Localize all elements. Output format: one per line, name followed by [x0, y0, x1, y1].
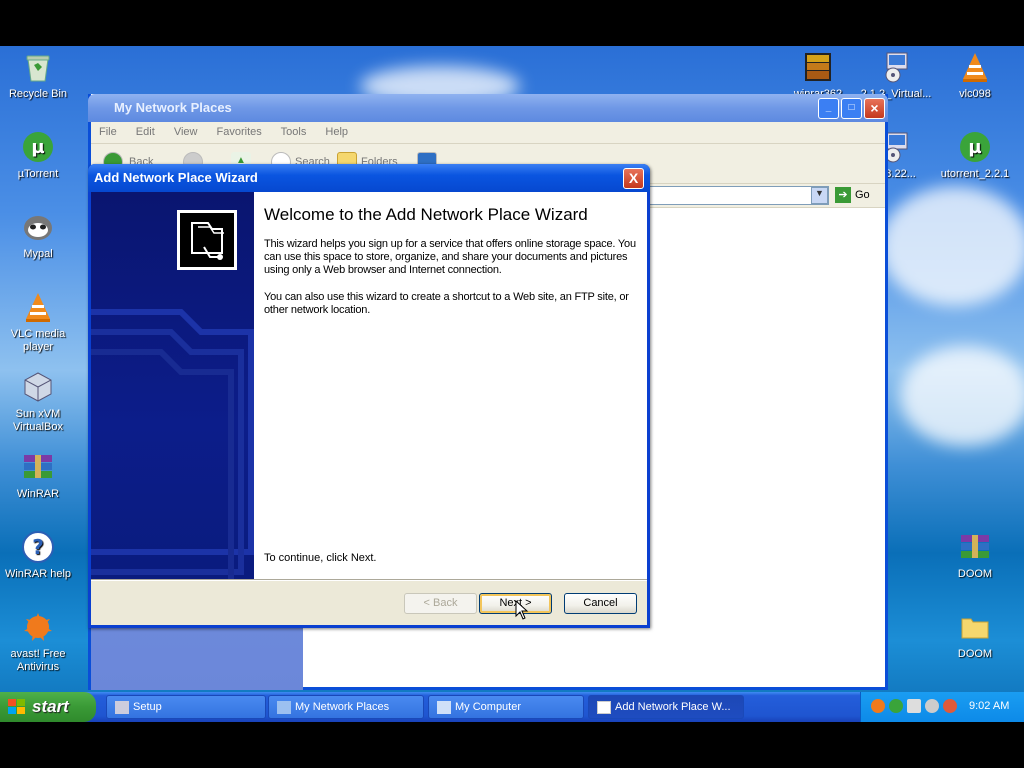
network-tray-icon[interactable] — [907, 699, 921, 713]
wizard-content: Welcome to the Add Network Place Wizard … — [254, 192, 647, 579]
desktop-icon-label: VLC media player — [10, 328, 66, 353]
setup-icon — [115, 701, 129, 714]
utorrent-tray-icon[interactable] — [889, 699, 903, 713]
taskbar: start Setup My Network Places My Compute… — [0, 692, 1024, 722]
setup-icon — [879, 50, 913, 84]
wizard-separator — [91, 579, 647, 581]
menu-file[interactable]: File — [99, 126, 117, 138]
desktop-icon-utorrent-221[interactable]: µ utorrent_2.2.1 — [937, 130, 1013, 181]
desktop-icon-doom-archive[interactable]: DOOM — [937, 530, 1013, 581]
go-arrow-icon[interactable]: ➔ — [835, 187, 851, 203]
wizard-heading: Welcome to the Add Network Place Wizard — [264, 205, 588, 224]
wizard-title-bar[interactable]: Add Network Place Wizard X — [88, 164, 650, 192]
task-label: My Network Places — [295, 701, 390, 713]
mypal-icon — [21, 210, 55, 244]
help-icon: ? — [21, 530, 55, 564]
wizard-dialog[interactable]: Add Network Place Wizard X Welcome to th… — [88, 164, 650, 628]
desktop-icon-winrar-help[interactable]: ? WinRAR help — [0, 530, 76, 581]
winrar-icon — [801, 50, 835, 84]
network-place-icon — [177, 210, 237, 270]
menu-tools[interactable]: Tools — [281, 126, 307, 138]
wizard-description-2: You can also use this wizard to create a… — [264, 291, 629, 316]
start-button[interactable]: start — [0, 692, 96, 722]
maximize-button[interactable]: □ — [841, 98, 862, 119]
desktop-icon-label: WinRAR help — [4, 568, 72, 580]
desktop-icon-winrar[interactable]: WinRAR — [0, 450, 76, 501]
wizard-body: Welcome to the Add Network Place Wizard … — [91, 192, 647, 625]
desktop-icon-label: Recycle Bin — [8, 88, 68, 100]
cloud — [880, 186, 1024, 306]
avast-icon — [21, 610, 55, 644]
recycle-bin-icon — [21, 50, 55, 84]
system-tray: 9:02 AM — [860, 692, 1024, 722]
minimize-button[interactable]: _ — [818, 98, 839, 119]
task-label: Add Network Place W... — [615, 701, 731, 713]
task-my-computer[interactable]: My Computer — [428, 695, 584, 719]
address-dropdown-icon[interactable]: ▼ — [811, 187, 828, 204]
shield-tray-icon[interactable] — [943, 699, 957, 713]
cloud — [900, 346, 1024, 446]
vlc-icon — [958, 50, 992, 84]
explorer-title-bar[interactable]: My Network Places _ □ × — [88, 94, 888, 122]
desktop-icon-recycle-bin[interactable]: Recycle Bin — [0, 50, 76, 101]
menu-favorites[interactable]: Favorites — [217, 126, 262, 138]
explorer-menu-bar: File Edit View Favorites Tools Help — [91, 122, 885, 144]
mouse-cursor-icon — [515, 600, 529, 620]
svg-text:µ: µ — [968, 137, 981, 158]
winrar-icon — [958, 530, 992, 564]
network-places-icon — [277, 701, 291, 714]
desktop-icon-utorrent[interactable]: µ µTorrent — [0, 130, 76, 181]
desktop-icon-label: WinRAR — [16, 488, 60, 500]
svg-text:?: ? — [32, 535, 44, 559]
task-setup[interactable]: Setup — [106, 695, 266, 719]
desktop-icon-avast[interactable]: avast! Free Antivirus — [0, 610, 76, 674]
winrar-icon — [21, 450, 55, 484]
task-label: My Computer — [455, 701, 522, 713]
task-add-network-place-wizard[interactable]: Add Network Place W... — [588, 695, 744, 719]
computer-icon — [437, 701, 451, 714]
wizard-title: Add Network Place Wizard — [94, 170, 258, 185]
wizard-window-icon — [597, 701, 611, 714]
desktop-icon-label: utorrent_2.2.1 — [940, 168, 1010, 180]
desktop-icon-virtualbox[interactable]: Sun xVM VirtualBox — [0, 370, 76, 434]
wizard-description: This wizard helps you sign up for a serv… — [264, 238, 636, 276]
start-label: start — [32, 697, 69, 716]
desktop-icon-label: DOOM — [957, 568, 993, 580]
task-label: Setup — [133, 701, 162, 713]
explorer-close-button[interactable]: × — [864, 98, 885, 119]
windows-logo-icon — [8, 699, 25, 714]
desktop-icon-vlc098[interactable]: vlc098 — [937, 50, 1013, 101]
desktop-icon-label: avast! Free Antivirus — [10, 648, 66, 673]
desktop-icon-mypal[interactable]: Mypal — [0, 210, 76, 261]
svg-text:µ: µ — [31, 137, 44, 158]
menu-view[interactable]: View — [174, 126, 198, 138]
task-my-network-places[interactable]: My Network Places — [268, 695, 424, 719]
desktop-icon-label: µTorrent — [17, 168, 59, 180]
desktop-icon-label: vlc098 — [959, 88, 991, 100]
cancel-button[interactable]: Cancel — [564, 593, 637, 614]
desktop-icon-vlc[interactable]: VLC media player — [0, 290, 76, 354]
desktop-icon-label: Sun xVM VirtualBox — [13, 408, 63, 433]
folder-icon — [958, 610, 992, 644]
menu-help[interactable]: Help — [325, 126, 348, 138]
settings-tray-icon[interactable] — [925, 699, 939, 713]
desktop: Recycle Bin µ µTorrent Mypal VLC media p… — [0, 46, 1024, 722]
menu-edit[interactable]: Edit — [136, 126, 155, 138]
desktop-icon-label: Mypal — [23, 248, 53, 260]
utorrent-icon: µ — [958, 130, 992, 164]
explorer-title: My Network Places — [114, 100, 232, 115]
clock: 9:02 AM — [969, 700, 1010, 712]
utorrent-icon: µ — [21, 130, 55, 164]
wizard-continue-text: To continue, click Next. — [264, 552, 377, 564]
wizard-close-button[interactable]: X — [623, 168, 644, 189]
desktop-icon-label: DOOM — [957, 648, 993, 660]
back-button[interactable]: < Back — [404, 593, 477, 614]
wizard-side-banner — [91, 192, 254, 579]
desktop-icon-doom-folder[interactable]: DOOM — [937, 610, 1013, 661]
go-label[interactable]: Go — [855, 189, 870, 201]
avast-tray-icon[interactable] — [871, 699, 885, 713]
virtualbox-icon — [21, 370, 55, 404]
vlc-icon — [21, 290, 55, 324]
